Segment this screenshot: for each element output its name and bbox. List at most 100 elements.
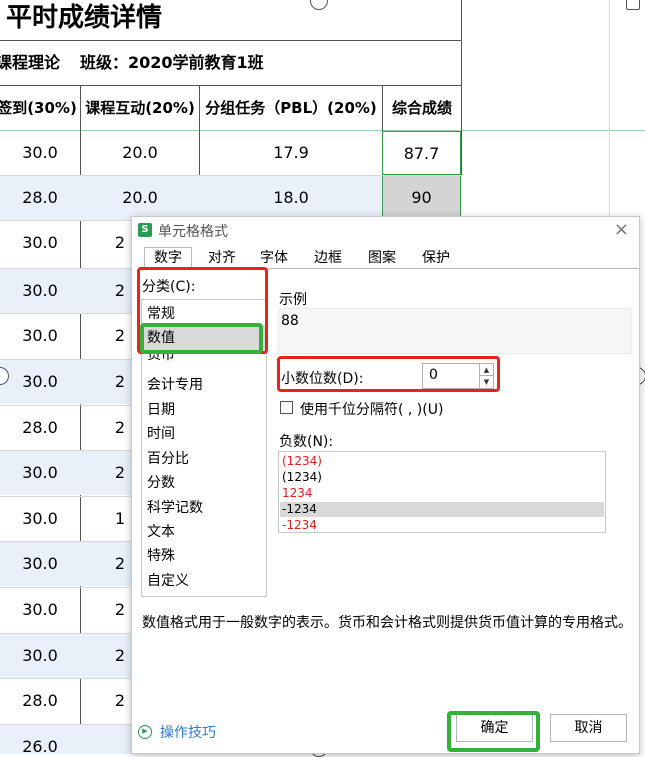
- cell-attendance[interactable]: 28.0: [0, 406, 80, 450]
- thousands-separator-label[interactable]: 使用千位分隔符( , )(U): [300, 399, 443, 419]
- thousands-separator-checkbox[interactable]: [280, 401, 293, 414]
- cell-interaction[interactable]: 2: [81, 451, 131, 495]
- grid-line: [0, 678, 131, 679]
- category-item[interactable]: 会计专用: [147, 373, 203, 397]
- ok-button[interactable]: 确定: [456, 714, 533, 742]
- cell-interaction[interactable]: 2: [81, 406, 131, 450]
- cell-interaction[interactable]: 2: [81, 360, 131, 404]
- negative-option[interactable]: (1234): [282, 454, 322, 469]
- grid-line: [0, 633, 131, 634]
- negative-option[interactable]: 1234: [282, 486, 313, 501]
- tab-alignment[interactable]: 对齐: [202, 248, 242, 269]
- dialog-title: 单元格格式: [158, 224, 228, 240]
- negative-option-selected[interactable]: -1234: [280, 502, 604, 517]
- category-list[interactable]: 常规 数值 货币 会计专用 日期 时间 百分比 分数 科学记数 文本 特殊 自定…: [141, 299, 267, 597]
- category-item[interactable]: 特殊: [147, 544, 175, 568]
- class-label: 班级：2020学前教育1班: [80, 53, 264, 72]
- cell-attendance[interactable]: 30.0: [0, 314, 80, 358]
- cell-attendance[interactable]: 30.0: [0, 269, 80, 313]
- cell-group-task[interactable]: 17.9: [200, 131, 382, 175]
- table-row: 30.0 20.0 17.9 87.7: [0, 131, 462, 175]
- cell-attendance[interactable]: 30.0: [0, 451, 80, 495]
- sheet-title: 平时成绩详情: [6, 3, 163, 33]
- decimal-places-label: 小数位数(D):: [281, 371, 364, 387]
- negative-option[interactable]: -1234: [282, 518, 317, 533]
- cell-attendance[interactable]: 30.0: [0, 634, 80, 678]
- negative-numbers-label: 负数(N):: [279, 434, 334, 450]
- cell-attendance[interactable]: 30.0: [0, 497, 80, 541]
- header-attendance[interactable]: 签到(30%): [0, 86, 80, 130]
- category-item[interactable]: 文本: [147, 520, 175, 544]
- cell-total[interactable]: 87.7: [382, 131, 461, 175]
- cell-total[interactable]: 90: [382, 176, 461, 220]
- resize-handle[interactable]: [626, 0, 640, 10]
- cell-group-task[interactable]: 18.0: [200, 176, 382, 220]
- grid-line: [0, 313, 131, 314]
- cell-attendance[interactable]: 28.0: [0, 176, 80, 220]
- cell-attendance[interactable]: 30.0: [0, 360, 80, 404]
- tab-protection[interactable]: 保护: [416, 248, 456, 269]
- cell-interaction[interactable]: 2: [81, 679, 131, 723]
- spin-up-icon[interactable]: ▲: [480, 364, 493, 376]
- tab-pattern[interactable]: 图案: [362, 248, 402, 269]
- grid-line: [0, 450, 131, 451]
- tab-number[interactable]: 数字: [144, 247, 192, 270]
- category-item[interactable]: 科学记数: [147, 496, 203, 520]
- wps-app-icon: S: [138, 223, 152, 237]
- category-item[interactable]: 百分比: [147, 447, 189, 471]
- negative-numbers-list[interactable]: (1234) (1234) 1234 -1234 -1234: [278, 451, 606, 533]
- stepper-buttons: ▲ ▼: [479, 364, 493, 388]
- negative-option[interactable]: (1234): [282, 470, 322, 485]
- category-item[interactable]: 日期: [147, 398, 175, 422]
- dialog-tabs: 数字 对齐 字体 边框 图案 保护: [140, 245, 639, 270]
- cancel-button[interactable]: 取消: [550, 714, 627, 742]
- category-item[interactable]: 常规: [147, 302, 175, 326]
- tips-link[interactable]: 操作技巧: [160, 722, 216, 742]
- sample-label: 示例: [279, 292, 307, 308]
- spin-down-icon[interactable]: ▼: [480, 376, 493, 388]
- resize-handle[interactable]: [310, 0, 328, 10]
- cell-attendance[interactable]: 30.0: [0, 588, 80, 632]
- header-total[interactable]: 综合成绩: [383, 86, 461, 130]
- category-item[interactable]: 货币: [147, 350, 175, 364]
- grid-line: [0, 496, 131, 497]
- format-description: 数值格式用于一般数字的表示。货币和会计格式则提供货币值计算的专用格式。: [142, 615, 632, 631]
- category-item[interactable]: 分数: [147, 471, 175, 495]
- category-item-selected[interactable]: 数值: [143, 326, 265, 350]
- category-item[interactable]: 自定义: [147, 569, 189, 593]
- cell-interaction[interactable]: 1: [81, 497, 131, 541]
- decimal-places-value[interactable]: 0: [429, 367, 438, 383]
- cell-interaction[interactable]: 2: [81, 542, 131, 586]
- tab-font[interactable]: 字体: [254, 248, 294, 269]
- header-group-task[interactable]: 分组任务（PBL）(20%): [200, 86, 382, 130]
- cell-interaction[interactable]: 20.0: [81, 176, 199, 220]
- cell-attendance[interactable]: 26.0: [0, 725, 80, 754]
- grid-line: [0, 405, 131, 406]
- category-item[interactable]: 时间: [147, 422, 175, 446]
- format-cells-dialog: S 单元格格式 × 数字 对齐 字体 边框 图案 保护 分类(C): 常规 数值…: [131, 216, 640, 754]
- grid-line: [0, 175, 462, 176]
- cell-interaction[interactable]: 2: [81, 588, 131, 632]
- cell-attendance[interactable]: 30.0: [0, 221, 80, 265]
- grid-line: [0, 587, 131, 588]
- play-circle-icon[interactable]: ▶: [138, 725, 152, 739]
- cell-attendance[interactable]: 30.0: [0, 131, 80, 175]
- cell-interaction[interactable]: 2: [81, 221, 131, 265]
- cell-interaction[interactable]: 2: [81, 269, 131, 313]
- cell-interaction[interactable]: 2: [81, 314, 131, 358]
- category-label: 分类(C):: [142, 279, 196, 295]
- close-icon[interactable]: ×: [614, 219, 629, 241]
- table-row: 28.0 20.0 18.0 90: [0, 176, 462, 220]
- sample-box: 88: [278, 308, 632, 354]
- dialog-titlebar[interactable]: S 单元格格式 ×: [132, 217, 639, 244]
- header-interaction[interactable]: 课程互动(20%): [81, 86, 199, 130]
- cell-attendance[interactable]: 30.0: [0, 542, 80, 586]
- decimal-places-stepper[interactable]: 0 ▲ ▼: [422, 363, 494, 389]
- course-label: 课程理论: [0, 53, 61, 72]
- tab-border[interactable]: 边框: [308, 248, 348, 269]
- cell-interaction[interactable]: 20.0: [81, 131, 199, 175]
- grid-line: [0, 359, 131, 360]
- sample-value: 88: [281, 313, 299, 329]
- cell-attendance[interactable]: 28.0: [0, 679, 80, 723]
- cell-interaction[interactable]: 2: [81, 634, 131, 678]
